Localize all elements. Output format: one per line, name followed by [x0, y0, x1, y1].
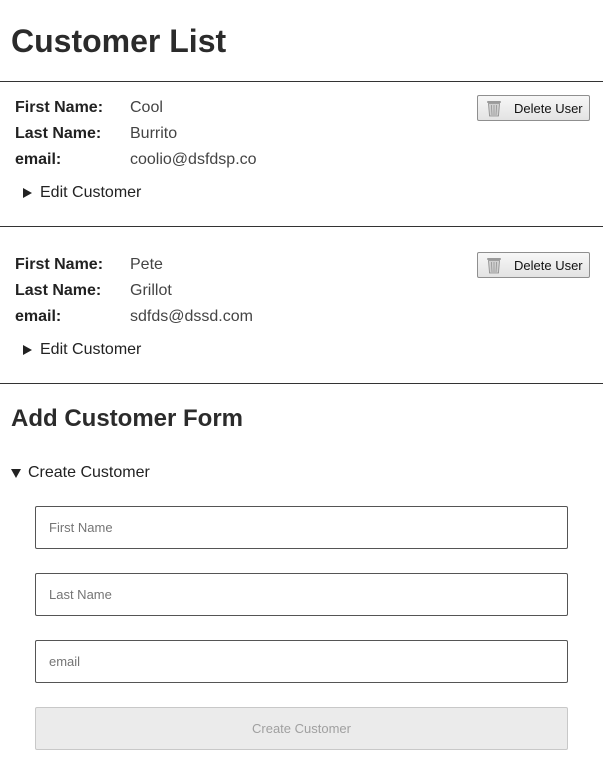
delete-user-label: Delete User: [514, 257, 583, 273]
email-value: coolio@dsfdsp.co: [130, 151, 257, 168]
disclosure-triangle-down-icon: [11, 468, 21, 478]
last-name-value: Grillot: [130, 282, 172, 299]
customer-card: First Name: Cool Last Name: Burrito emai…: [0, 82, 603, 222]
edit-customer-label: Edit Customer: [40, 184, 142, 201]
disclosure-triangle-right-icon: [23, 188, 32, 198]
email-label: email:: [15, 308, 62, 325]
create-customer-toggle-label: Create Customer: [28, 464, 150, 481]
edit-customer-toggle[interactable]: Edit Customer: [23, 340, 141, 360]
customer-card: First Name: Pete Last Name: Grillot emai…: [0, 239, 603, 379]
delete-user-button[interactable]: Delete User: [477, 95, 590, 121]
email-label: email:: [15, 151, 62, 168]
create-customer-button[interactable]: Create Customer: [35, 707, 568, 750]
disclosure-triangle-right-icon: [23, 345, 32, 355]
edit-customer-toggle[interactable]: Edit Customer: [23, 183, 141, 203]
email-input[interactable]: [35, 640, 568, 683]
first-name-value: Cool: [130, 99, 163, 116]
first-name-value: Pete: [130, 256, 163, 273]
last-name-input[interactable]: [35, 573, 568, 616]
edit-customer-label: Edit Customer: [40, 341, 142, 358]
add-customer-form-title: Add Customer Form: [11, 405, 244, 432]
delete-user-label: Delete User: [514, 100, 583, 116]
page-title: Customer List: [11, 23, 227, 59]
last-name-label: Last Name:: [15, 282, 102, 299]
first-name-input[interactable]: [35, 506, 568, 549]
last-name-label: Last Name:: [15, 125, 102, 142]
first-name-label: First Name:: [15, 256, 104, 273]
create-customer-toggle[interactable]: Create Customer: [11, 463, 150, 483]
trash-icon: [486, 256, 502, 274]
first-name-label: First Name:: [15, 99, 104, 116]
trash-icon: [486, 99, 502, 117]
divider: [0, 383, 603, 384]
email-value: sdfds@dssd.com: [130, 308, 253, 325]
divider: [0, 226, 603, 227]
last-name-value: Burrito: [130, 125, 178, 142]
delete-user-button[interactable]: Delete User: [477, 252, 590, 278]
